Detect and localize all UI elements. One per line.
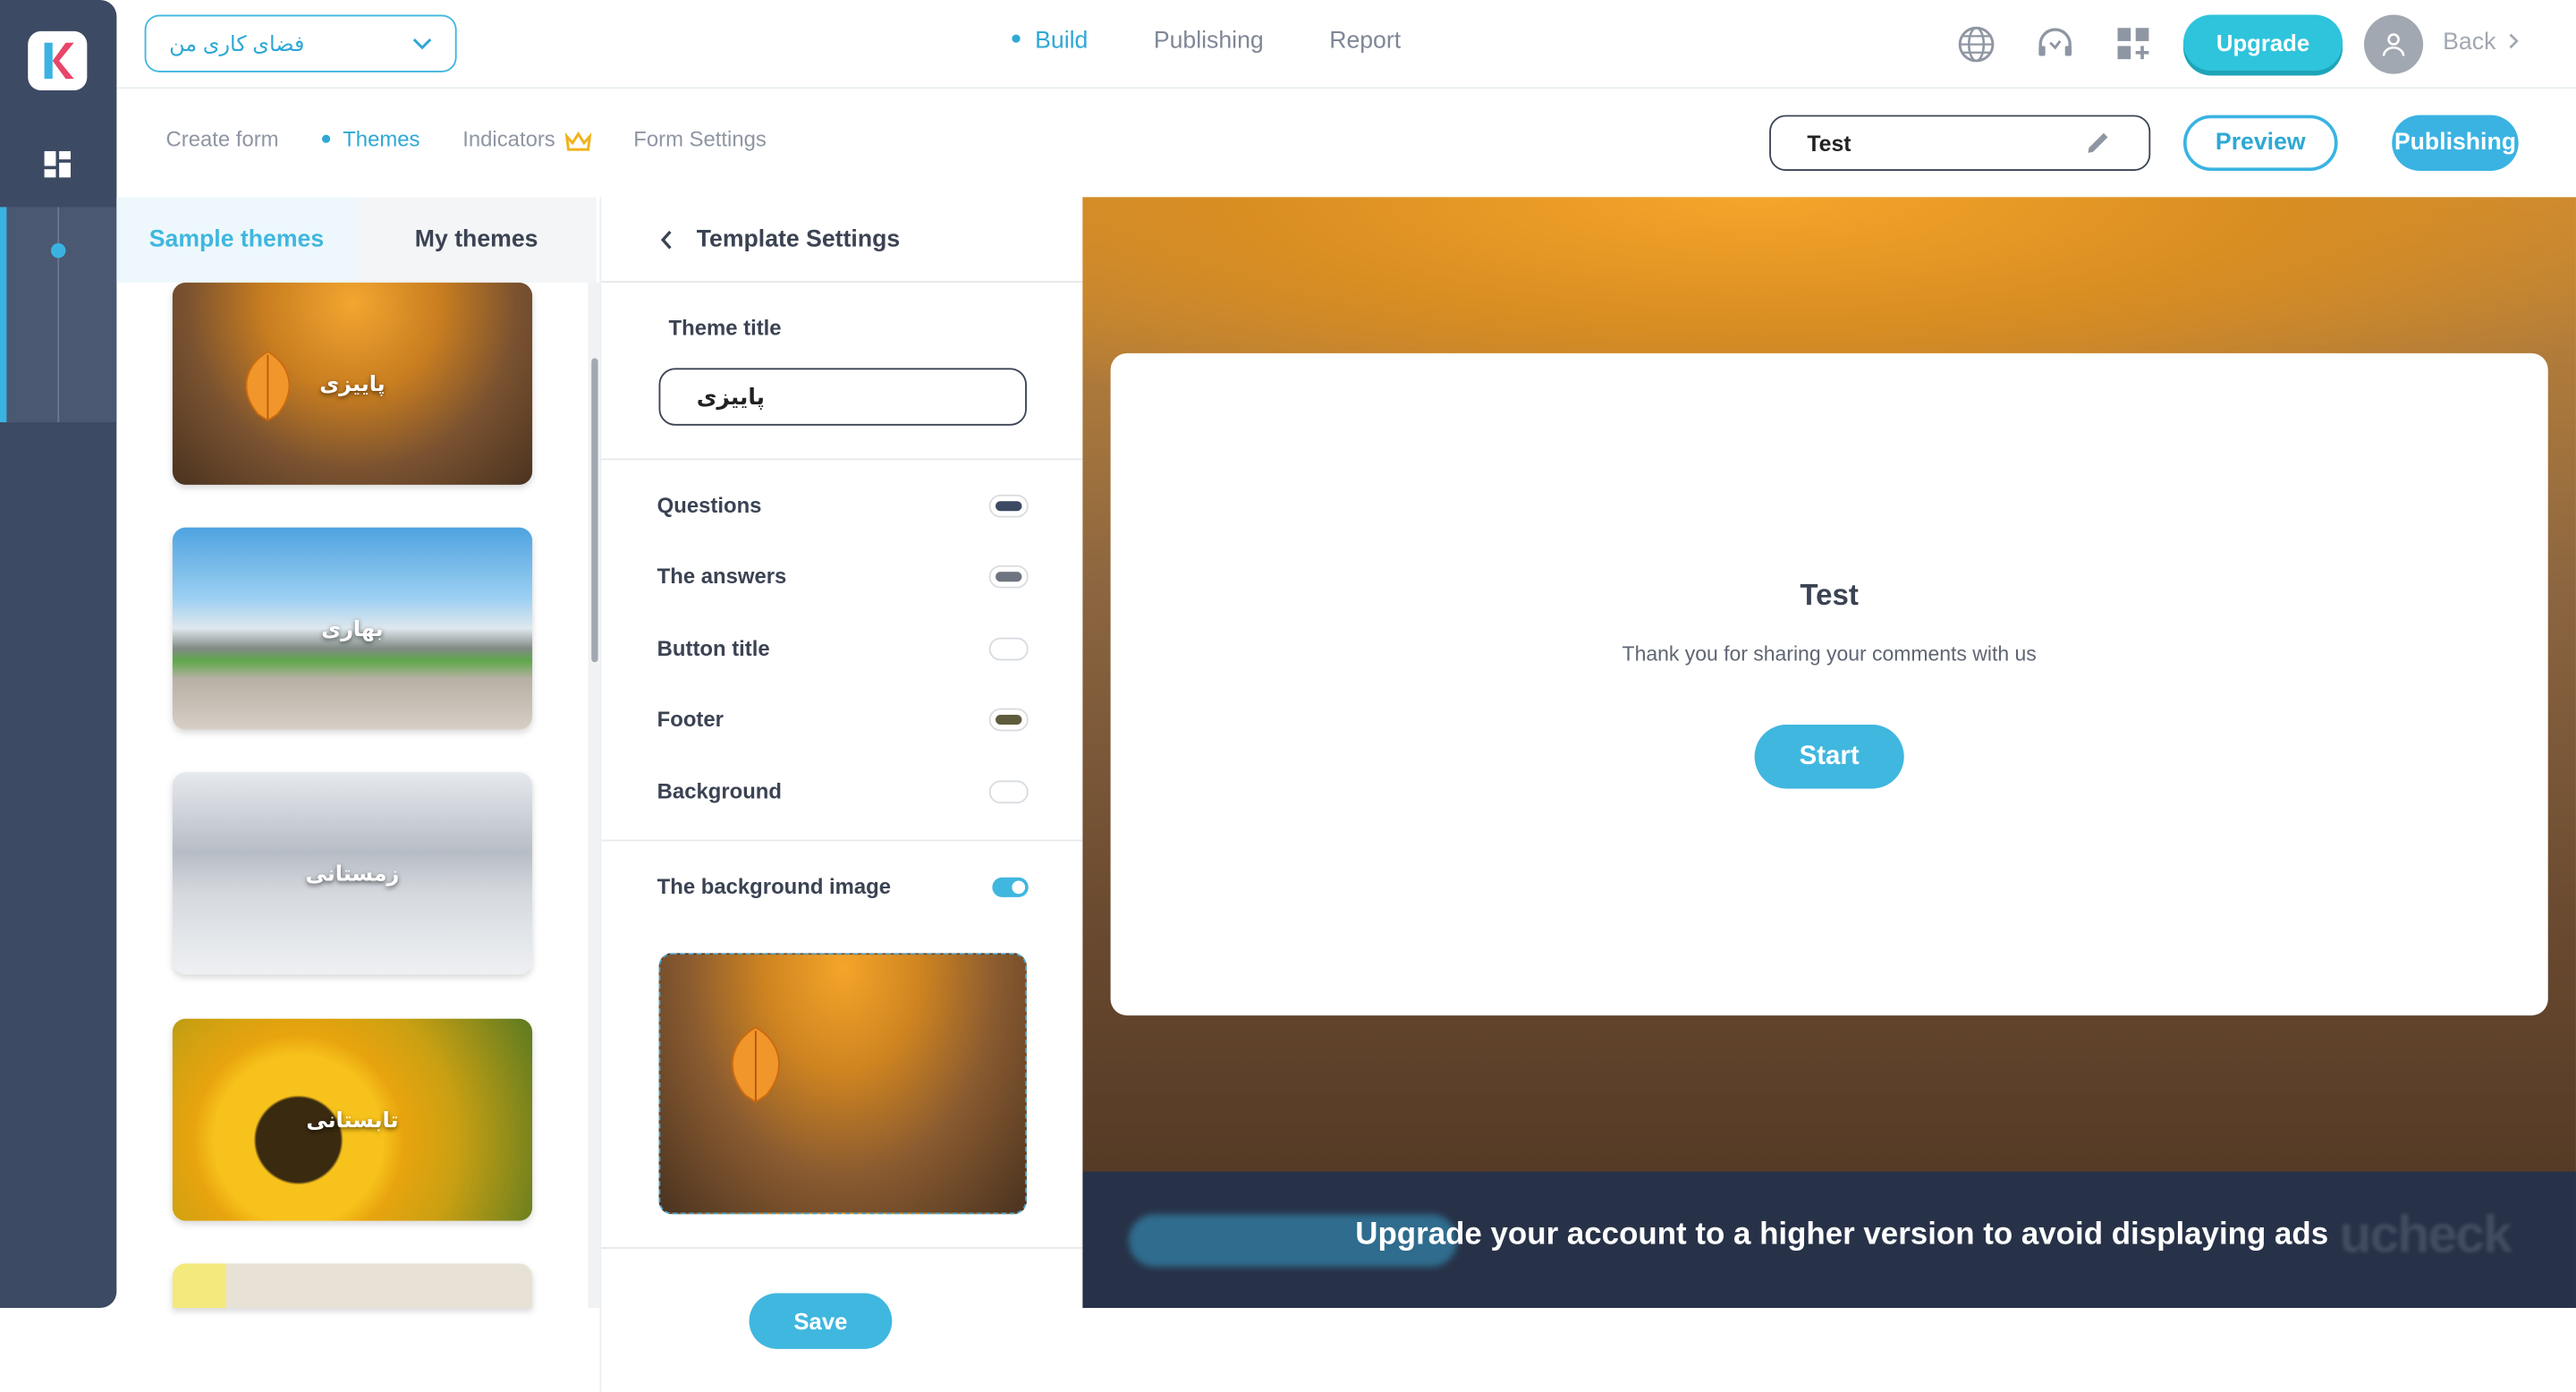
publishing-button[interactable]: Publishing — [2392, 115, 2519, 172]
form-preview: Test Thank you for sharing your comments… — [1082, 197, 2576, 1309]
subnav-indicators[interactable]: Indicators — [462, 126, 591, 151]
color-row-background[interactable]: Background — [657, 778, 1029, 804]
color-row-label: Background — [657, 778, 782, 804]
dashboard-icon[interactable] — [43, 149, 72, 179]
subnav-create-form[interactable]: Create form — [166, 126, 279, 151]
add-widget-icon[interactable] — [2114, 25, 2154, 64]
color-row-label: Footer — [657, 706, 724, 732]
chevron-left-icon[interactable] — [660, 229, 674, 249]
color-row-button-title[interactable]: Button title — [657, 635, 1029, 661]
form-title-value: Test — [1807, 131, 1852, 156]
color-row-label: Questions — [657, 493, 762, 518]
leaf-icon — [245, 350, 291, 422]
sub-bar: Create form Themes Indicators Form Setti… — [116, 89, 2576, 197]
theme-title-label: Theme title — [668, 315, 782, 341]
background-image-row: The background image — [657, 874, 1029, 899]
color-row-answers[interactable]: The answers — [657, 564, 1029, 589]
background-image-label: The background image — [657, 874, 892, 899]
footer-color-swatch[interactable] — [988, 707, 1029, 731]
preview-start-button[interactable]: Start — [1754, 724, 1904, 789]
theme-card-winter[interactable]: زمستانی — [172, 772, 533, 975]
preview-card: Test Thank you for sharing your comments… — [1110, 352, 2548, 1016]
theme-card-label: پاییزی — [319, 370, 386, 395]
logo-k-icon — [44, 42, 74, 80]
subnav-themes[interactable]: Themes — [321, 126, 419, 151]
background-image-preview[interactable] — [658, 953, 1027, 1215]
chevron-down-icon — [412, 38, 432, 49]
button-title-color-swatch[interactable] — [988, 636, 1029, 660]
avatar[interactable] — [2364, 14, 2424, 74]
ad-banner: Upgrade your account to a higher version… — [1082, 1171, 2576, 1309]
sub-nav: Create form Themes Indicators Form Setti… — [166, 126, 767, 151]
preview-title: Test — [1800, 578, 1859, 612]
divider — [601, 1247, 1085, 1249]
template-settings-title: Template Settings — [696, 225, 901, 252]
theme-card-label: زمستانی — [305, 860, 400, 886]
theme-card-label: بهاری — [321, 615, 384, 641]
leaf-icon — [731, 1026, 780, 1104]
nav-publishing[interactable]: Publishing — [1154, 28, 1264, 54]
subnav-indicators-label: Indicators — [462, 126, 555, 151]
preview-message: Thank you for sharing your comments with… — [1622, 642, 2037, 666]
themes-scrollbar-thumb[interactable] — [591, 358, 598, 663]
themes-panel: Sample themes My themes پاییزی بهاری زمس… — [116, 197, 600, 1309]
theme-card-pastel[interactable] — [172, 1263, 533, 1309]
support-headset-icon[interactable] — [2036, 25, 2075, 64]
theme-card-autumn[interactable]: پاییزی — [172, 282, 533, 485]
workspace-select[interactable]: فضای کاری من — [144, 14, 457, 72]
upgrade-button[interactable]: Upgrade — [2182, 14, 2343, 71]
theme-title-input[interactable]: پاییزی — [658, 368, 1027, 426]
side-rail — [0, 0, 117, 1309]
background-image-toggle[interactable] — [992, 876, 1029, 896]
subnav-form-settings[interactable]: Form Settings — [633, 126, 767, 151]
back-label: Back — [2443, 30, 2496, 56]
color-row-footer[interactable]: Footer — [657, 706, 1029, 732]
divider — [601, 839, 1085, 842]
top-bar: فضای کاری من Build Publishing Report Upg… — [116, 0, 2576, 89]
ad-text: Upgrade your account to a higher version… — [1355, 1217, 2329, 1252]
answers-color-swatch[interactable] — [988, 564, 1029, 588]
app-logo[interactable] — [28, 30, 88, 91]
nav-build[interactable]: Build — [1012, 28, 1088, 54]
save-button[interactable]: Save — [749, 1293, 893, 1349]
color-row-label: Button title — [657, 635, 770, 661]
workspace-label: فضای کاری من — [169, 30, 305, 55]
ad-logo: ucheck — [2339, 1204, 2512, 1264]
themes-tabs: Sample themes My themes — [116, 197, 599, 283]
theme-card-label: تابستانی — [306, 1107, 399, 1132]
divider — [601, 458, 1085, 461]
user-icon — [2382, 33, 2405, 56]
questions-color-swatch[interactable] — [988, 493, 1029, 517]
chevron-right-icon — [2510, 33, 2520, 49]
crown-icon — [564, 131, 591, 150]
main-nav: Build Publishing Report — [1012, 28, 1401, 54]
tab-my-themes[interactable]: My themes — [356, 197, 597, 283]
pencil-icon[interactable] — [2083, 128, 2113, 157]
back-link[interactable]: Back — [2443, 30, 2521, 55]
template-settings-header[interactable]: Template Settings — [601, 197, 1085, 283]
rail-active-item[interactable] — [0, 207, 117, 423]
form-title-field[interactable]: Test — [1769, 115, 2151, 172]
tab-sample-themes[interactable]: Sample themes — [116, 197, 357, 283]
color-row-label: The answers — [657, 563, 787, 589]
globe-icon[interactable] — [1957, 25, 1996, 64]
template-settings-panel: Template Settings Theme title پاییزی Que… — [599, 197, 1085, 1392]
theme-card-summer[interactable]: تابستانی — [172, 1018, 533, 1221]
color-row-questions[interactable]: Questions — [657, 493, 1029, 518]
background-color-swatch[interactable] — [988, 779, 1029, 803]
theme-card-spring[interactable]: بهاری — [172, 527, 533, 730]
preview-button[interactable]: Preview — [2182, 115, 2338, 172]
nav-report[interactable]: Report — [1329, 28, 1401, 54]
